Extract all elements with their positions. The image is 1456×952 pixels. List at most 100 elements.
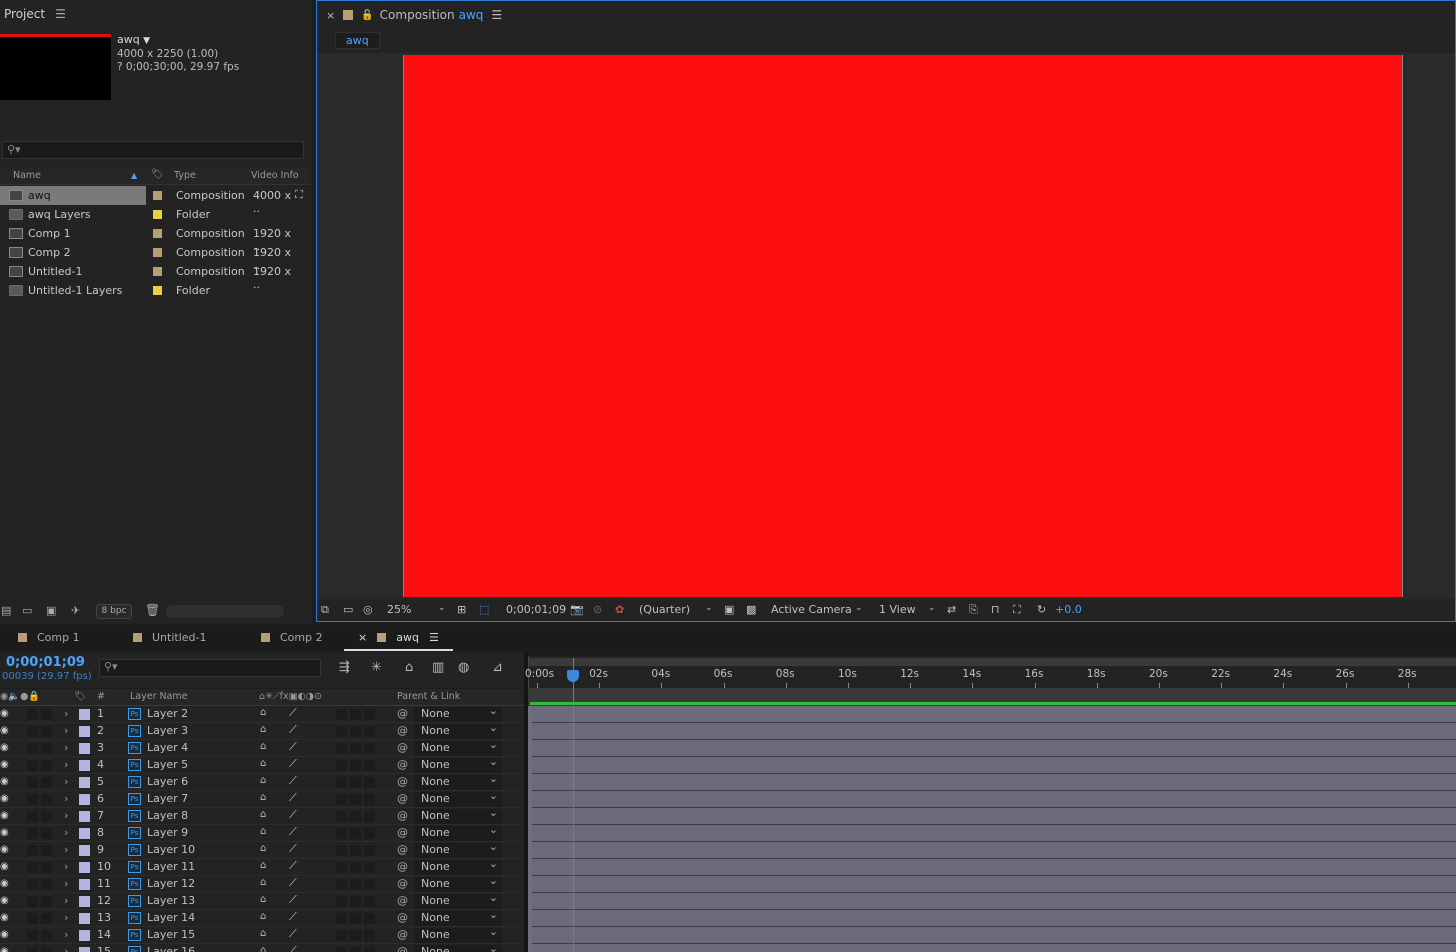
quality-switch-icon[interactable]: ⟋ — [289, 740, 297, 754]
project-panel-title[interactable]: Project — [4, 7, 45, 21]
quality-switch-icon[interactable]: ⟋ — [289, 876, 297, 890]
motion-blur-switch[interactable] — [336, 828, 347, 839]
layer-name[interactable]: Layer 8 — [147, 809, 188, 822]
chevron-right-icon[interactable]: › — [64, 877, 68, 890]
quality-switch-icon[interactable]: ⟋ — [289, 910, 297, 924]
audio-switch[interactable] — [27, 879, 38, 890]
3d-layer-switch[interactable] — [364, 743, 375, 754]
layer-name[interactable]: Layer 2 — [147, 707, 188, 720]
adjustment-switch[interactable] — [350, 811, 361, 822]
adjustment-switch[interactable] — [350, 726, 361, 737]
col-video-info[interactable]: Video Info — [251, 170, 299, 181]
shy-switch-icon[interactable]: ⌂ — [260, 792, 266, 803]
layer-duration-bar[interactable] — [532, 774, 1456, 791]
quality-switch-icon[interactable]: ⟋ — [289, 757, 297, 771]
label-color-swatch[interactable] — [79, 743, 90, 754]
time-navigator[interactable] — [529, 658, 1456, 666]
eye-icon[interactable]: ◉ — [0, 861, 9, 872]
label-color-swatch[interactable] — [79, 794, 90, 805]
col-name[interactable]: Name — [13, 170, 41, 181]
render-queue-icon[interactable]: ✈ — [71, 604, 80, 617]
layer-name[interactable]: Layer 13 — [147, 894, 195, 907]
lock-switch[interactable] — [41, 879, 52, 890]
project-item[interactable]: awq Layers Folder — [0, 205, 294, 224]
quality-switch-icon[interactable]: ⟋ — [289, 859, 297, 873]
flowchart-icon[interactable]: ⛶ — [1013, 603, 1021, 617]
channels-icon[interactable]: ✿ — [615, 603, 624, 616]
exposure-value[interactable]: +0.0 — [1055, 603, 1082, 616]
shy-switch-icon[interactable]: ⌂ — [260, 724, 266, 735]
project-item[interactable]: Untitled-1 Layers Folder — [0, 281, 294, 300]
bit-depth-button[interactable]: 8 bpc — [96, 604, 132, 619]
col-type[interactable]: Type — [174, 170, 196, 181]
adjustment-switch[interactable] — [350, 947, 361, 952]
motion-blur-switch[interactable] — [336, 726, 347, 737]
shy-switch-icon[interactable]: ⌂ — [260, 945, 266, 952]
chevron-right-icon[interactable]: › — [64, 741, 68, 754]
3d-layer-switch[interactable] — [364, 709, 375, 720]
pick-whip-icon[interactable]: @ — [397, 894, 408, 907]
quality-switch-icon[interactable]: ⟋ — [289, 944, 297, 952]
adjustment-switch[interactable] — [350, 828, 361, 839]
pick-whip-icon[interactable]: @ — [397, 860, 408, 873]
pick-whip-icon[interactable]: @ — [397, 877, 408, 890]
quality-switch-icon[interactable]: ⟋ — [289, 842, 297, 856]
lock-icon[interactable]: 🔓 — [361, 10, 373, 21]
layer-row[interactable]: ◉ › 13 Ps Layer 14 ⌂ ⟋ @ None — [0, 908, 524, 927]
motion-blur-switch[interactable] — [336, 930, 347, 941]
shy-switch-icon[interactable]: ⌂ — [260, 843, 266, 854]
chevron-right-icon[interactable]: › — [64, 911, 68, 924]
interpret-footage-icon[interactable]: ▤ — [1, 604, 11, 617]
current-time-indicator[interactable] — [573, 658, 574, 952]
motion-blur-switch[interactable] — [336, 896, 347, 907]
parent-dropdown[interactable]: None — [414, 823, 502, 841]
timeline-icon[interactable]: ⊓ — [991, 603, 1000, 616]
eye-icon[interactable]: ◉ — [0, 776, 9, 787]
parent-dropdown[interactable]: None — [414, 806, 502, 824]
label-color-swatch[interactable] — [79, 726, 90, 737]
layer-name[interactable]: Layer 6 — [147, 775, 188, 788]
3d-layer-switch[interactable] — [364, 896, 375, 907]
shy-switch-icon[interactable]: ⌂ — [260, 826, 266, 837]
lock-switch[interactable] — [41, 794, 52, 805]
chevron-right-icon[interactable]: › — [64, 724, 68, 737]
label-tag-icon[interactable]: 🏷 — [151, 169, 164, 180]
new-folder-icon[interactable]: ▭ — [22, 604, 32, 617]
close-icon[interactable]: × — [358, 631, 367, 644]
toggle-pixel-aspect-icon[interactable]: ⇄ — [947, 603, 956, 616]
parent-dropdown[interactable]: None — [414, 704, 502, 722]
shy-switch-icon[interactable]: ⌂ — [260, 860, 266, 871]
audio-switch[interactable] — [27, 862, 38, 873]
layer-name[interactable]: Layer 15 — [147, 928, 195, 941]
layer-name[interactable]: Layer 11 — [147, 860, 195, 873]
eye-icon[interactable]: ◉ — [0, 708, 9, 719]
col-parent-link[interactable]: Parent & Link — [397, 691, 460, 702]
3d-layer-switch[interactable] — [364, 811, 375, 822]
motion-blur-switch[interactable] — [336, 743, 347, 754]
label-color-swatch[interactable] — [153, 229, 162, 238]
audio-switch[interactable] — [27, 743, 38, 754]
chevron-down-icon[interactable]: ⌄ — [928, 603, 936, 613]
motion-blur-switch[interactable] — [336, 794, 347, 805]
shy-switch-icon[interactable]: ⌂ — [260, 928, 266, 939]
layer-row[interactable]: ◉ › 15 Ps Layer 16 ⌂ ⟋ @ None — [0, 942, 524, 952]
resolution-dropdown[interactable]: (Quarter) — [639, 603, 690, 616]
fast-preview-toggle-icon[interactable]: ⎘ — [969, 603, 978, 617]
label-color-swatch[interactable] — [79, 828, 90, 839]
label-color-swatch[interactable] — [79, 930, 90, 941]
hide-shy-layers-icon[interactable]: ⌂ — [405, 660, 413, 675]
graph-editor-icon[interactable]: ⊿ — [492, 660, 503, 675]
3d-layer-switch[interactable] — [364, 947, 375, 952]
chevron-right-icon[interactable]: › — [64, 707, 68, 720]
eye-icon[interactable]: ◉ — [0, 946, 9, 952]
parent-dropdown[interactable]: None — [414, 789, 502, 807]
tab-awq[interactable]: × awq ☰ — [344, 631, 453, 651]
mask-icon[interactable]: ◎ — [363, 603, 373, 616]
motion-blur-switch[interactable] — [336, 845, 347, 856]
chevron-right-icon[interactable]: › — [64, 809, 68, 822]
lock-switch[interactable] — [41, 896, 52, 907]
3d-layer-switch[interactable] — [364, 726, 375, 737]
label-color-swatch[interactable] — [153, 248, 162, 257]
panel-menu-icon[interactable]: ☰ — [429, 631, 439, 644]
adjustment-switch[interactable] — [350, 709, 361, 720]
